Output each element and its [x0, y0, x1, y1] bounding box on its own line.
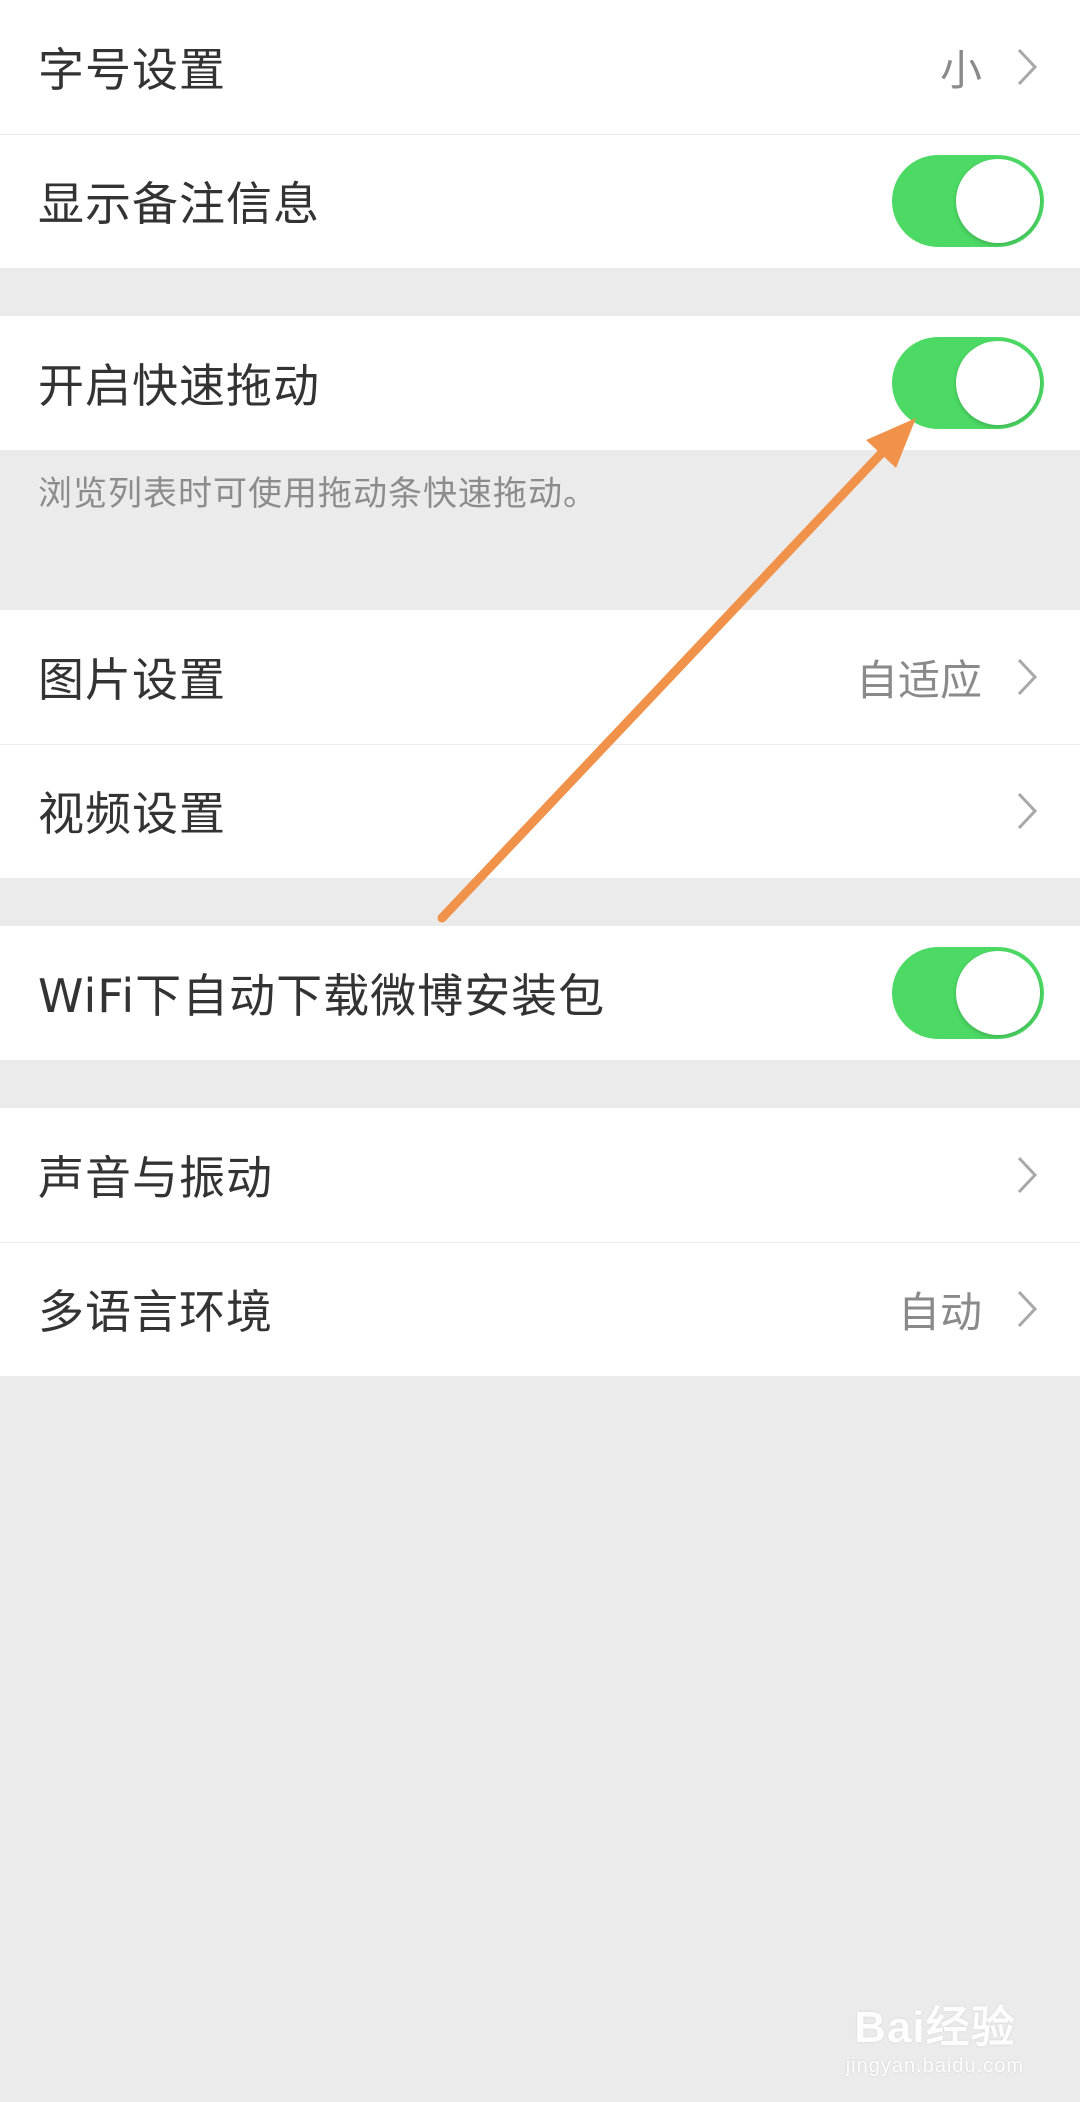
show-remark-label: 显示备注信息	[38, 177, 320, 231]
font-size-label: 字号设置	[38, 43, 226, 97]
show-remark-row: 显示备注信息	[0, 134, 1080, 268]
font-size-row[interactable]: 字号设置 小	[0, 0, 1080, 134]
language-label: 多语言环境	[38, 1285, 273, 1339]
video-settings-row[interactable]: 视频设置	[0, 744, 1080, 878]
watermark-sub: jingyan.baidu.com	[845, 2055, 1024, 2077]
chevron-right-icon	[1012, 789, 1042, 833]
display-group: 字号设置 小 显示备注信息	[0, 0, 1080, 268]
fast-drag-label: 开启快速拖动	[38, 359, 320, 413]
wifi-download-toggle[interactable]	[892, 947, 1044, 1039]
sound-vibration-label: 声音与振动	[38, 1151, 273, 1205]
language-value: 自动	[897, 1287, 982, 1337]
media-group: 图片设置 自适应 视频设置	[0, 610, 1080, 878]
toggle-knob	[956, 159, 1040, 243]
sound-vibration-row[interactable]: 声音与振动	[0, 1108, 1080, 1242]
language-row[interactable]: 多语言环境 自动	[0, 1242, 1080, 1376]
chevron-right-icon	[1012, 45, 1042, 89]
wifi-download-label: WiFi下自动下载微博安装包	[38, 969, 606, 1023]
image-settings-value: 自适应	[855, 655, 982, 705]
misc-group: 声音与振动 多语言环境 自动	[0, 1108, 1080, 1376]
chevron-right-icon	[1012, 655, 1042, 699]
image-settings-row[interactable]: 图片设置 自适应	[0, 610, 1080, 744]
baidu-jingyan-watermark: Bai经验 jingyan.baidu.com	[846, 1991, 1024, 2078]
fast-drag-group: 开启快速拖动	[0, 316, 1080, 450]
fast-drag-row: 开启快速拖动	[0, 316, 1080, 450]
wifi-group: WiFi下自动下载微博安装包	[0, 926, 1080, 1060]
chevron-right-icon	[1012, 1153, 1042, 1197]
chevron-right-icon	[1012, 1287, 1042, 1331]
watermark-main: Bai经验	[854, 2003, 1016, 2052]
wifi-download-row: WiFi下自动下载微博安装包	[0, 926, 1080, 1060]
settings-page: 字号设置 小 显示备注信息 开启快速拖动 浏览列表时可使用拖动条快速拖动。 图片…	[0, 0, 1080, 2102]
video-settings-label: 视频设置	[38, 787, 226, 841]
show-remark-toggle[interactable]	[892, 155, 1044, 247]
fast-drag-toggle[interactable]	[892, 337, 1044, 429]
font-size-value: 小	[939, 45, 982, 95]
toggle-knob	[956, 951, 1040, 1035]
toggle-knob	[956, 341, 1040, 425]
image-settings-label: 图片设置	[38, 653, 226, 707]
fast-drag-note: 浏览列表时可使用拖动条快速拖动。	[38, 474, 598, 514]
